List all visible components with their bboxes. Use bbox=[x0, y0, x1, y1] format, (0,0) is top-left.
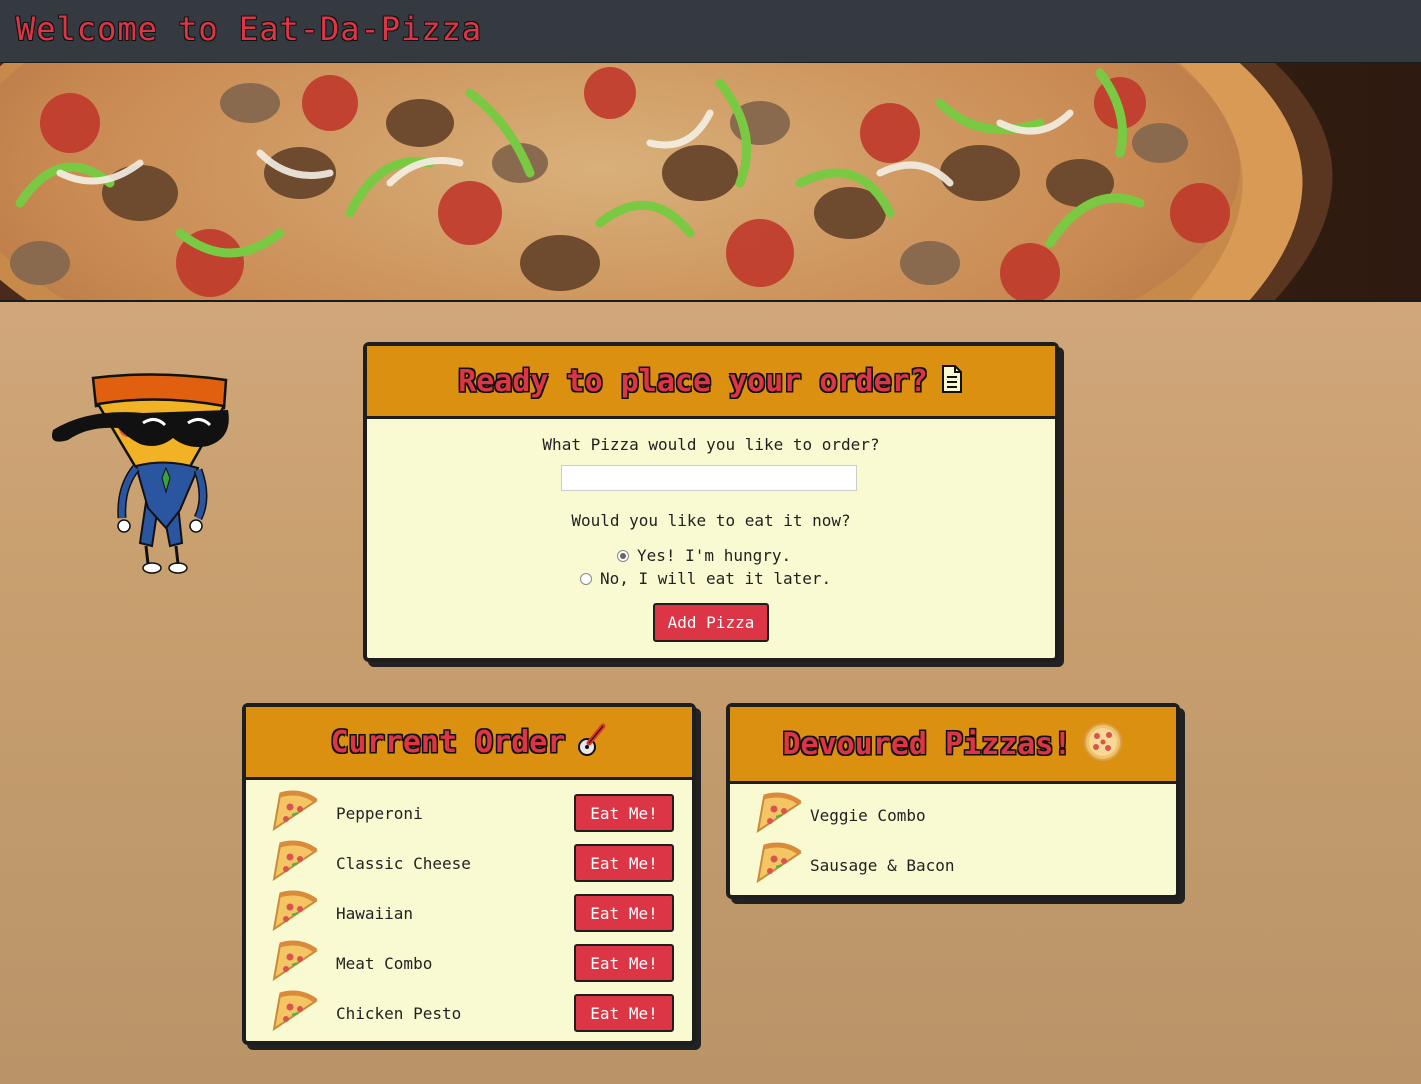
devoured-panel: Devoured Pizzas! Veggie Combo Sausage & … bbox=[726, 703, 1180, 899]
eat-me-button[interactable]: Eat Me! bbox=[574, 794, 674, 832]
order-item: Classic Cheese Eat Me! bbox=[246, 838, 692, 888]
eat-now-label: Yes! I'm hungry. bbox=[637, 546, 792, 565]
add-pizza-button[interactable]: Add Pizza bbox=[653, 603, 769, 642]
order-item-name: Meat Combo bbox=[336, 953, 433, 973]
pizza-slice-icon bbox=[268, 889, 320, 937]
eat-now-option[interactable]: Yes! I'm hungry. bbox=[617, 546, 791, 565]
eat-later-option[interactable]: No, I will eat it later. bbox=[580, 569, 831, 588]
order-item: Chicken Pesto Eat Me! bbox=[246, 988, 692, 1038]
pizza-slice-icon bbox=[268, 939, 320, 987]
pizza-name-input[interactable] bbox=[561, 465, 857, 491]
navbar-brand[interactable]: Welcome to Eat-Da-Pizza bbox=[16, 10, 482, 48]
eat-me-button[interactable]: Eat Me! bbox=[574, 844, 674, 882]
pizza-slice-icon bbox=[268, 839, 320, 887]
document-icon bbox=[940, 364, 964, 398]
order-item-name: Pepperoni bbox=[336, 803, 423, 823]
devoured-item: Sausage & Bacon bbox=[730, 840, 1176, 890]
eat-me-button[interactable]: Eat Me! bbox=[574, 894, 674, 932]
devoured-title: Devoured Pizzas! bbox=[782, 726, 1072, 762]
eat-now-radio[interactable] bbox=[617, 549, 629, 562]
navbar: Welcome to Eat-Da-Pizza bbox=[0, 0, 1421, 63]
eat-me-button[interactable]: Eat Me! bbox=[574, 994, 674, 1032]
devoured-header: Devoured Pizzas! bbox=[730, 707, 1176, 784]
order-item: Hawaiian Eat Me! bbox=[246, 888, 692, 938]
order-item: Meat Combo Eat Me! bbox=[246, 938, 692, 988]
eat-me-button[interactable]: Eat Me! bbox=[574, 944, 674, 982]
order-item: Pepperoni Eat Me! bbox=[246, 788, 692, 838]
order-item-name: Chicken Pesto bbox=[336, 1003, 462, 1023]
devoured-item-name: Sausage & Bacon bbox=[810, 855, 955, 875]
order-form-title: Ready to place your order? bbox=[458, 363, 928, 399]
devoured-item-name: Veggie Combo bbox=[810, 805, 926, 825]
order-form-header: Ready to place your order? bbox=[367, 346, 1055, 419]
order-item-name: Hawaiian bbox=[336, 903, 414, 923]
current-order-header: Current Order bbox=[246, 707, 692, 780]
pizza-icon bbox=[1083, 722, 1123, 766]
eat-later-radio[interactable] bbox=[580, 572, 592, 585]
pizza-slice-icon bbox=[752, 791, 804, 839]
devoured-item: Veggie Combo bbox=[730, 790, 1176, 840]
pizza-slice-icon bbox=[752, 841, 804, 889]
pizza-question-label: What Pizza would you like to order? bbox=[542, 435, 880, 454]
eat-later-label: No, I will eat it later. bbox=[600, 569, 832, 588]
order-form-panel: Ready to place your order? What Pizza wo… bbox=[363, 342, 1059, 662]
pizza-banner-image bbox=[0, 63, 1421, 302]
current-order-panel: Current Order Pepperoni Eat Me! Classic … bbox=[242, 703, 696, 1045]
order-item-name: Classic Cheese bbox=[336, 853, 471, 873]
pizza-slice-icon bbox=[268, 989, 320, 1037]
current-order-title: Current Order bbox=[330, 724, 566, 760]
pizza-cutter-icon bbox=[577, 723, 607, 761]
pizza-mascot-image bbox=[48, 368, 232, 578]
eat-question-label: Would you like to eat it now? bbox=[571, 511, 851, 530]
pizza-slice-icon bbox=[268, 789, 320, 837]
